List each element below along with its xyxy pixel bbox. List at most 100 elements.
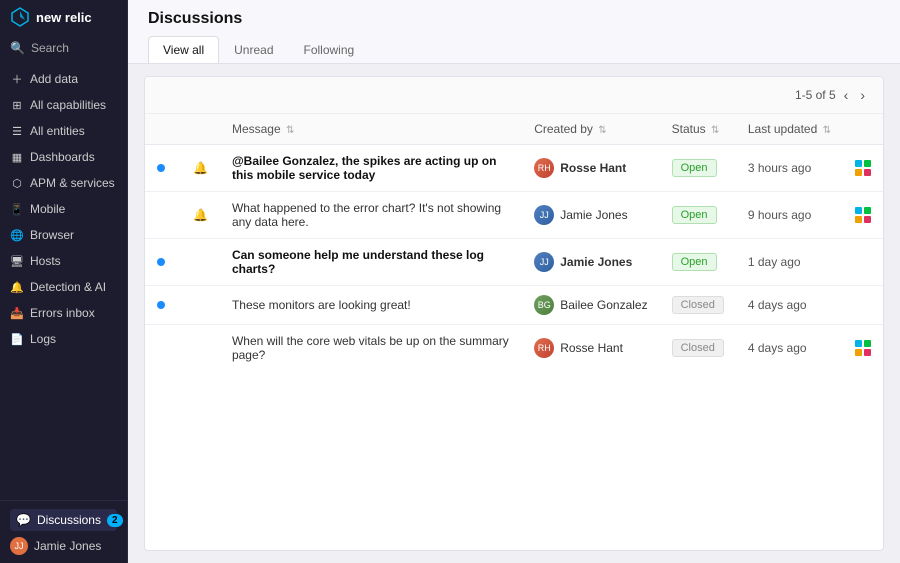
sidebar-footer-discussions-label: Discussions xyxy=(37,513,101,527)
status-badge: Closed xyxy=(672,296,724,314)
sidebar-item-logs[interactable]: 📄 Logs xyxy=(0,326,127,352)
unread-dot xyxy=(157,301,165,309)
tabs: View all Unread Following xyxy=(148,36,880,63)
nr-icon-cell xyxy=(843,286,883,325)
sidebar-item-user[interactable]: JJ Jamie Jones xyxy=(10,537,117,555)
message-text: When will the core web vitals be up on t… xyxy=(232,334,509,362)
sidebar-item-dashboards[interactable]: ▦ Dashboards xyxy=(0,144,127,170)
sidebar-item-label: Hosts xyxy=(30,254,61,268)
sidebar-item-hosts[interactable]: 🖥 Hosts xyxy=(0,248,127,274)
creator-name: Rosse Hant xyxy=(560,161,626,175)
last-updated-cell: 4 days ago xyxy=(736,325,843,372)
sidebar-item-label: Dashboards xyxy=(30,150,95,164)
status-badge: Open xyxy=(672,159,717,177)
logo[interactable]: new relic xyxy=(0,0,127,34)
sidebar-item-all-entities[interactable]: ☰ All entities xyxy=(0,118,127,144)
col-status-label: Status xyxy=(672,122,706,136)
sidebar-item-browser[interactable]: 🌐 Browser xyxy=(0,222,127,248)
bell-cell: 🔔 xyxy=(181,192,220,239)
new-relic-logo-icon xyxy=(10,7,30,27)
user-avatar: BG xyxy=(534,295,554,315)
created-by-sort-icon: ⇅ xyxy=(598,125,606,136)
created-by-cell: RHRosse Hant xyxy=(522,325,659,372)
sidebar-footer: 💬 Discussions 2 JJ Jamie Jones xyxy=(0,500,127,563)
logs-icon: 📄 xyxy=(10,332,24,346)
col-last-updated[interactable]: Last updated ⇅ xyxy=(736,114,843,145)
table-row[interactable]: 🔔 @Bailee Gonzalez, the spikes are acting… xyxy=(145,145,883,192)
message-sort-icon: ⇅ xyxy=(286,125,294,136)
pagination-text: 1-5 of 5 xyxy=(795,88,836,102)
tab-unread[interactable]: Unread xyxy=(219,36,288,63)
table-row[interactable]: Can someone help me understand these log… xyxy=(145,239,883,286)
message-text: Can someone help me understand these log… xyxy=(232,248,484,276)
search-icon: 🔍 xyxy=(10,41,25,55)
sidebar-user-label: Jamie Jones xyxy=(34,539,101,553)
col-last-updated-label: Last updated xyxy=(748,122,817,136)
pagination-prev-button[interactable]: ‹ xyxy=(840,85,853,105)
sidebar-item-all-capabilities[interactable]: ⊞ All capabilities xyxy=(0,92,127,118)
sidebar-item-mobile[interactable]: 📱 Mobile xyxy=(0,196,127,222)
bell-cell xyxy=(181,286,220,325)
unread-dot xyxy=(157,258,165,266)
sidebar: new relic 🔍 Search ＋ Add data ⊞ All capa… xyxy=(0,0,128,563)
unread-indicator-cell xyxy=(145,192,181,239)
search-button[interactable]: 🔍 Search xyxy=(0,34,127,62)
sidebar-item-errors-inbox[interactable]: 📥 Errors inbox xyxy=(0,300,127,326)
unread-dot xyxy=(157,164,165,172)
pagination-info: 1-5 of 5 ‹ › xyxy=(795,85,869,105)
col-message[interactable]: Message ⇅ xyxy=(220,114,522,145)
bell-icon[interactable]: 🔔 xyxy=(193,161,208,175)
col-status[interactable]: Status ⇅ xyxy=(660,114,736,145)
nr-icon-cell xyxy=(843,239,883,286)
discussions-icon: 💬 xyxy=(16,513,31,527)
user-avatar: JJ xyxy=(534,252,554,272)
creator-name: Jamie Jones xyxy=(560,255,632,269)
pagination-next-button[interactable]: › xyxy=(856,85,869,105)
plus-icon: ＋ xyxy=(10,72,24,86)
col-created-by[interactable]: Created by ⇅ xyxy=(522,114,659,145)
message-cell[interactable]: Can someone help me understand these log… xyxy=(220,239,522,286)
main-content: Discussions View all Unread Following 1-… xyxy=(128,0,900,563)
table-toolbar: 1-5 of 5 ‹ › xyxy=(145,77,883,114)
table-row[interactable]: These monitors are looking great! BG Baile… xyxy=(145,286,883,325)
sidebar-item-label: Mobile xyxy=(30,202,65,216)
message-cell[interactable]: What happened to the error chart? It's n… xyxy=(220,192,522,239)
table-row[interactable]: 🔔 What happened to the error chart? It's … xyxy=(145,192,883,239)
col-spacer xyxy=(145,114,181,145)
new-relic-icon xyxy=(855,340,871,356)
sidebar-item-label: All entities xyxy=(30,124,85,138)
sidebar-item-label: Errors inbox xyxy=(30,306,95,320)
sidebar-item-label: All capabilities xyxy=(30,98,106,112)
bell-icon[interactable]: 🔔 xyxy=(193,208,208,222)
list-icon: ☰ xyxy=(10,124,24,138)
browser-icon: 🌐 xyxy=(10,228,24,242)
table-row[interactable]: When will the core web vitals be up on t… xyxy=(145,325,883,372)
sidebar-item-label: Browser xyxy=(30,228,74,242)
created-by-cell: RH Rosse Hant xyxy=(522,145,659,192)
user-avatar: RH xyxy=(534,338,554,358)
table-body: 🔔 @Bailee Gonzalez, the spikes are acting… xyxy=(145,145,883,372)
user-avatar: RH xyxy=(534,158,554,178)
sidebar-item-add-data[interactable]: ＋ Add data xyxy=(0,66,127,92)
status-cell: Closed xyxy=(660,325,736,372)
grid-icon: ⊞ xyxy=(10,98,24,112)
col-actions xyxy=(843,114,883,145)
created-by-cell: JJ Jamie Jones xyxy=(522,239,659,286)
status-sort-icon: ⇅ xyxy=(711,125,719,136)
message-cell[interactable]: These monitors are looking great! xyxy=(220,286,522,325)
logo-text: new relic xyxy=(36,10,92,25)
last-updated-cell: 9 hours ago xyxy=(736,192,843,239)
sidebar-item-detection-ai[interactable]: 🔔 Detection & AI xyxy=(0,274,127,300)
sidebar-item-discussions[interactable]: 💬 Discussions 2 xyxy=(10,509,117,531)
tab-view-all[interactable]: View all xyxy=(148,36,219,63)
message-cell[interactable]: When will the core web vitals be up on t… xyxy=(220,325,522,372)
new-relic-icon xyxy=(855,207,871,223)
created-by-cell: JJJamie Jones xyxy=(522,192,659,239)
last-updated-cell: 4 days ago xyxy=(736,286,843,325)
sidebar-item-apm-services[interactable]: ⬡ APM & services xyxy=(0,170,127,196)
user-avatar: JJ xyxy=(534,205,554,225)
creator-name: Bailee Gonzalez xyxy=(560,298,647,312)
message-cell[interactable]: @Bailee Gonzalez, the spikes are acting … xyxy=(220,145,522,192)
tab-following[interactable]: Following xyxy=(289,36,370,63)
bell-cell xyxy=(181,239,220,286)
